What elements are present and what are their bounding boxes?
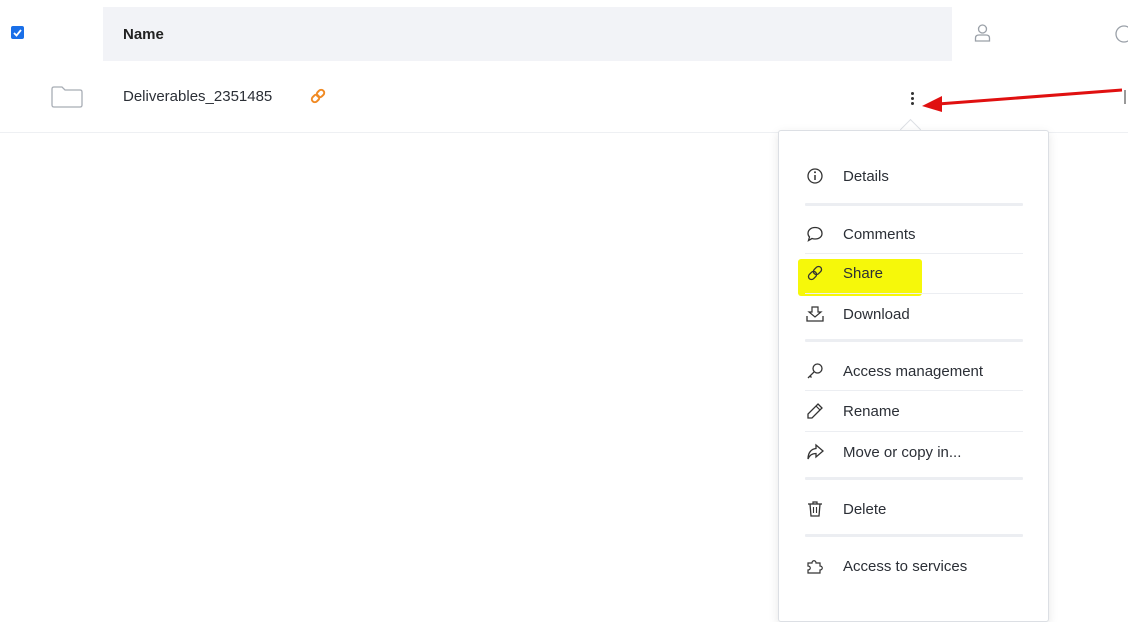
key-icon: [807, 363, 823, 379]
file-name[interactable]: Deliverables_2351485: [123, 88, 272, 105]
menu-separator: [805, 339, 1023, 342]
kebab-dot: [910, 101, 914, 105]
kebab-dot: [910, 96, 914, 100]
menu-item-label: Access to services: [843, 557, 968, 575]
menu-item-rename[interactable]: Rename: [805, 393, 1027, 429]
more-actions-button[interactable]: [903, 86, 921, 110]
menu-separator: [805, 253, 1023, 254]
link-icon: [807, 265, 823, 281]
truncated-column-mark: [1124, 90, 1126, 104]
select-all-checkbox[interactable]: [11, 26, 24, 39]
menu-item-label: Details: [843, 167, 889, 185]
menu-separator: [805, 390, 1023, 391]
checkmark-icon: [13, 28, 22, 37]
menu-separator: [805, 431, 1023, 432]
menu-separator: [805, 203, 1023, 206]
menu-separator: [805, 534, 1023, 537]
menu-item-share[interactable]: Share: [805, 255, 1027, 291]
menu-item-label: Download: [843, 305, 910, 323]
menu-item-label: Rename: [843, 402, 900, 420]
info-icon: [807, 168, 823, 184]
menu-item-label: Share: [843, 264, 884, 282]
menu-item-access-management[interactable]: Access management: [805, 353, 1027, 389]
move-icon: [807, 443, 824, 460]
folder-icon: [51, 86, 83, 108]
menu-separator: [805, 477, 1023, 480]
kebab-dot: [910, 91, 914, 95]
menu-item-delete[interactable]: Delete: [805, 491, 1027, 527]
menu-item-label: Move or copy in...: [843, 443, 962, 461]
table-header: [103, 7, 952, 61]
menu-item-label: Delete: [843, 500, 887, 518]
menu-item-details[interactable]: Details: [805, 158, 1027, 194]
shared-link-icon: [310, 88, 326, 104]
trash-icon: [808, 501, 822, 517]
menu-item-access-to-services[interactable]: Access to services: [805, 548, 1027, 584]
puzzle-icon: [807, 560, 823, 574]
menu-separator: [805, 293, 1023, 294]
pencil-icon: [807, 403, 823, 419]
modified-column-icon[interactable]: [1114, 24, 1128, 44]
menu-item-label: Access management: [843, 362, 984, 380]
context-menu: Details Comments Share Download Access m…: [778, 130, 1049, 622]
comment-icon: [807, 226, 823, 242]
name-column-header[interactable]: Name: [123, 26, 164, 43]
menu-item-download[interactable]: Download: [805, 296, 1027, 332]
menu-item-comments[interactable]: Comments: [805, 216, 1027, 252]
owner-column-icon[interactable]: [974, 23, 991, 43]
menu-item-label: Comments: [843, 225, 916, 243]
download-icon: [806, 306, 824, 322]
menu-item-move-or-copy[interactable]: Move or copy in...: [805, 434, 1027, 470]
